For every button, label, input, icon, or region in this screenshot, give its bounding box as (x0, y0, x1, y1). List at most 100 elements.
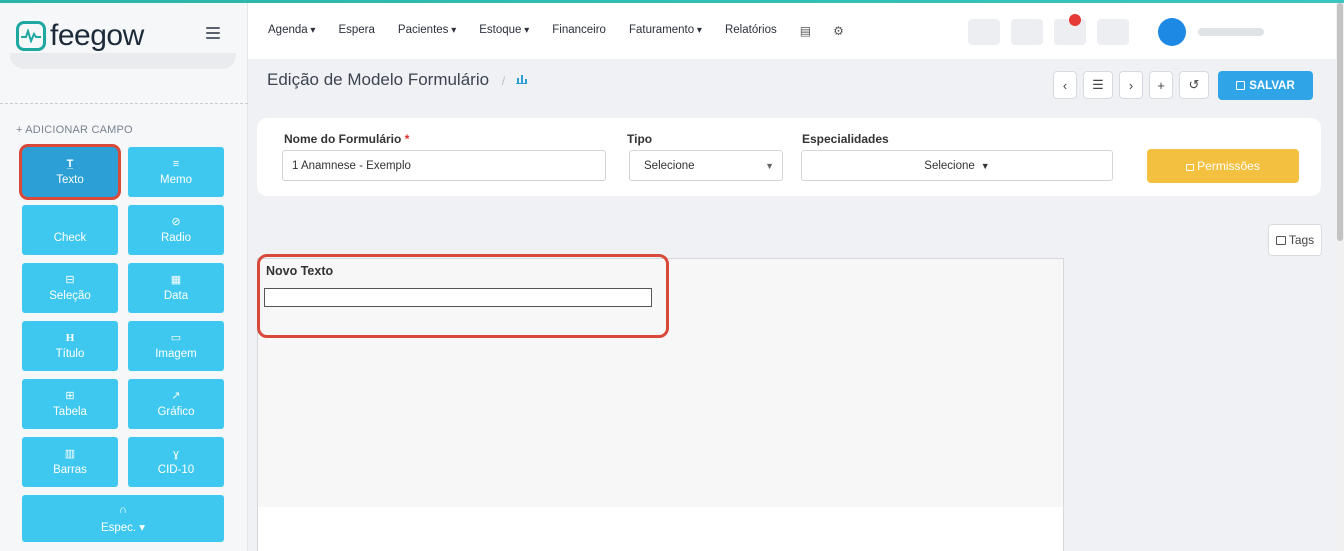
user-name-redacted[interactable] (1198, 28, 1264, 36)
field-button-label: Data (163, 290, 189, 302)
gear-icon[interactable]: ⚙ (833, 24, 844, 38)
permissions-label: Permissões (1197, 159, 1260, 173)
nav-financeiro[interactable]: Financeiro (552, 24, 606, 38)
field-button-label: Check (53, 232, 87, 244)
chevron-down-icon: ▼ (765, 160, 774, 171)
lock-icon (1186, 163, 1195, 171)
sidebar-search[interactable] (10, 53, 236, 69)
add-field-check-button[interactable]: Check (22, 205, 118, 255)
type-label: Tipo (627, 132, 653, 146)
add-field-texto-button[interactable]: T̲ Texto (22, 147, 118, 197)
type-select-value: Selecione (644, 159, 695, 172)
field-button-label: Tabela (53, 406, 87, 418)
page-toolbar: ‹ ☰ › + ↺ SALVAR (1053, 71, 1313, 100)
add-field-radio-button[interactable]: ⊘ Radio (128, 205, 224, 255)
field-button-label: Espec. ▾ (100, 521, 146, 534)
text-field-label[interactable]: Novo Texto (266, 264, 333, 278)
nav-pacientes[interactable]: Pacientes (398, 24, 456, 38)
nav-espera[interactable]: Espera (338, 24, 374, 38)
database-icon[interactable]: ▤ (800, 24, 811, 38)
canvas-footer-area (258, 507, 1063, 551)
add-field-data-button[interactable]: ▦ Data (128, 263, 224, 313)
header-action-button[interactable] (968, 19, 1000, 45)
save-button-label: SALVAR (1249, 79, 1295, 92)
sidebar: feegow + ADICIONAR CAMPO T̲ Texto ≡ Memo… (0, 3, 248, 551)
brand-name: feegow (50, 19, 144, 52)
feegow-logo[interactable]: feegow (16, 19, 144, 53)
text-icon: T̲ (66, 158, 74, 170)
breadcrumb-separator: / (501, 74, 506, 88)
header-actions (968, 14, 1264, 47)
field-button-label: Memo (160, 174, 192, 186)
memo-icon: ≡ (172, 158, 180, 170)
add-field-selecao-button[interactable]: ⊟ Seleção (22, 263, 118, 313)
notification-badge (1069, 14, 1081, 26)
tags-label: Tags (1288, 233, 1315, 247)
stethoscope-icon: ɣ (173, 448, 179, 460)
text-field-input[interactable] (264, 288, 652, 307)
main-nav: Agenda Espera Pacientes Estoque Financei… (268, 24, 866, 38)
page-title: Edição de Modelo Formulário / (267, 70, 527, 90)
field-button-label: Título (55, 348, 85, 360)
previous-button[interactable]: ‹ (1053, 71, 1077, 99)
field-button-label: Texto (56, 174, 84, 186)
bar-chart-icon[interactable] (515, 75, 527, 84)
field-button-label: Imagem (155, 348, 197, 360)
add-field-memo-button[interactable]: ≡ Memo (128, 147, 224, 197)
calendar-icon: ▦ (170, 274, 182, 286)
nav-estoque[interactable]: Estoque (479, 24, 529, 38)
barcode-icon: ▥ (64, 448, 76, 460)
tag-icon (1275, 235, 1286, 245)
header-action-button[interactable] (1011, 19, 1043, 45)
history-icon[interactable]: ↺ (1179, 71, 1209, 99)
tags-button[interactable]: Tags (1268, 224, 1322, 256)
field-button-label: Radio (160, 232, 192, 244)
add-button[interactable]: + (1149, 71, 1173, 99)
add-field-titulo-button[interactable]: H Título (22, 321, 118, 371)
select-icon: ⊟ (65, 274, 75, 286)
nav-faturamento[interactable]: Faturamento (629, 24, 702, 38)
add-field-barras-button[interactable]: ▥ Barras (22, 437, 118, 487)
add-field-imagem-button[interactable]: ▭ Imagem (128, 321, 224, 371)
heartbeat-icon (16, 21, 46, 51)
field-button-label: Barras (53, 464, 87, 476)
specialties-label: Especialidades (802, 132, 889, 146)
sidebar-divider (0, 103, 248, 104)
table-icon: ⊞ (65, 390, 75, 402)
floppy-icon (1236, 81, 1246, 90)
permissions-button[interactable]: Permissões (1147, 149, 1299, 183)
form-settings-card: Nome do Formulário * 1 Anamnese - Exempl… (257, 118, 1321, 196)
chevron-down-icon: ▼ (980, 160, 990, 171)
save-button[interactable]: SALVAR (1218, 71, 1313, 100)
notifications-button[interactable] (1054, 14, 1086, 45)
heading-icon: H (65, 332, 75, 344)
add-field-cid10-button[interactable]: ɣ CID-10 (128, 437, 224, 487)
headset-icon: ∩ (119, 503, 127, 516)
add-field-label: + ADICIONAR CAMPO (16, 124, 133, 136)
field-button-label: Seleção (49, 290, 91, 302)
nav-agenda[interactable]: Agenda (268, 24, 315, 38)
chart-icon: ↗ (171, 390, 181, 402)
next-button[interactable]: › (1119, 71, 1143, 99)
list-icon[interactable]: ☰ (1083, 71, 1113, 99)
specialties-select[interactable]: Selecione ▼ (801, 150, 1113, 181)
specialties-select-value: Selecione (924, 159, 975, 172)
page-scrollbar-thumb[interactable] (1337, 3, 1343, 241)
field-button-label: CID-10 (157, 464, 195, 476)
avatar[interactable] (1158, 18, 1186, 46)
radio-icon: ⊘ (171, 216, 181, 228)
nav-relatorios[interactable]: Relatórios (725, 24, 777, 38)
required-mark: * (404, 132, 410, 146)
add-field-espec-button[interactable]: ∩ Espec. ▾ (22, 495, 224, 542)
form-name-input[interactable]: 1 Anamnese - Exemplo (282, 150, 606, 181)
form-name-label: Nome do Formulário * (284, 132, 410, 146)
type-select[interactable]: Selecione ▼ (629, 150, 783, 181)
add-field-tabela-button[interactable]: ⊞ Tabela (22, 379, 118, 429)
menu-toggle-icon[interactable] (206, 27, 220, 39)
header-action-button[interactable] (1097, 19, 1129, 45)
add-field-grafico-button[interactable]: ↗ Gráfico (128, 379, 224, 429)
top-navbar: Agenda Espera Pacientes Estoque Financei… (248, 3, 1344, 59)
image-icon: ▭ (170, 332, 182, 344)
field-button-label: Gráfico (157, 406, 195, 418)
page-title-text: Edição de Modelo Formulário (267, 70, 490, 89)
